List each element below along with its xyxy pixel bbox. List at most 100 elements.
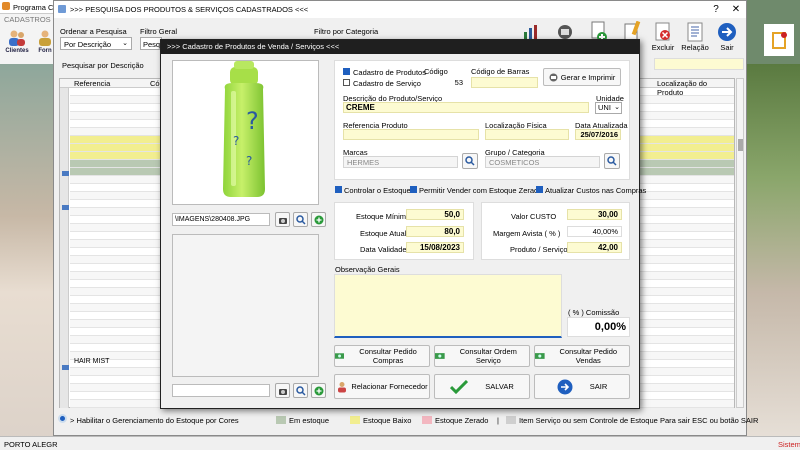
- grupo-field[interactable]: COSMETICOS: [485, 156, 600, 168]
- localizacao-field[interactable]: [485, 129, 569, 140]
- secondary-image-path[interactable]: [172, 384, 270, 397]
- sair-toolbar-label: Sair: [720, 43, 734, 52]
- product-bottle-image: ? ? ?: [223, 61, 265, 197]
- order-select-value: Por Descrição: [64, 40, 112, 49]
- atualizar-custos-label: Atualizar Custos nas Compras: [545, 186, 647, 195]
- observacao-textarea[interactable]: [334, 274, 562, 338]
- filter-label: Filtro Geral: [140, 27, 178, 36]
- background-photo-right: [747, 64, 800, 444]
- image-add-button[interactable]: [311, 212, 326, 227]
- consultar-pedido-compras-button[interactable]: Consultar Pedido Compras: [334, 345, 430, 367]
- background-statusbar: PORTO ALEGR Sistem: [0, 436, 800, 450]
- relacionar-fornecedor-button[interactable]: Relacionar Fornecedor: [334, 374, 430, 399]
- habilitar-radio[interactable]: [58, 414, 67, 423]
- image-search-button[interactable]: [293, 212, 308, 227]
- service-marker-icon: [62, 205, 69, 210]
- grid-scrollbar[interactable]: [736, 78, 744, 408]
- unidade-select[interactable]: UNI ⌄: [595, 102, 622, 114]
- atualizar-custos-checkbox[interactable]: [536, 186, 543, 193]
- comissao-label: ( % ) Comissão: [568, 308, 620, 317]
- camera-button[interactable]: [275, 212, 290, 227]
- window-app-icon: [58, 5, 66, 13]
- habilitar-label: > Habilitar o Gerenciamento do Estoque p…: [70, 416, 239, 425]
- image-search-button-2[interactable]: [293, 383, 308, 398]
- help-button[interactable]: ?: [708, 1, 724, 18]
- comissao-field[interactable]: 0,00%: [567, 317, 630, 337]
- cadastro-servico-label: Cadastro de Serviço: [353, 79, 421, 88]
- consultar-ordem-servico-button[interactable]: Consultar Ordem Serviço: [434, 345, 530, 367]
- cadastro-produtos-checkbox[interactable]: [343, 68, 350, 75]
- excluir-button[interactable]: Excluir: [648, 21, 678, 63]
- estoque-atual-label: Estoque Atual: [360, 229, 407, 238]
- descricao-field[interactable]: CREME: [343, 102, 589, 113]
- background-menubar: CADASTROS: [0, 14, 57, 24]
- column-referencia[interactable]: Referencia: [74, 79, 110, 88]
- salvar-button[interactable]: SALVAR: [434, 374, 530, 399]
- search-icon: [607, 156, 617, 166]
- data-validade-label: Data Validade: [360, 245, 407, 254]
- estoque-minimo-field[interactable]: 50,0: [406, 209, 464, 220]
- controlar-estoque-checkbox[interactable]: [335, 186, 342, 193]
- filter-select[interactable]: Pesq: [140, 37, 162, 50]
- estoque-minimo-label: Estoque Mínimo: [356, 212, 411, 221]
- sair-hint: Para sair ESC ou botão SAIR: [660, 416, 759, 425]
- delete-icon: [655, 22, 670, 41]
- produto-servico-label: Produto / Serviço: [510, 245, 568, 254]
- permitir-vender-label: Permitir Vender com Estoque Zerado: [419, 186, 543, 195]
- image-add-button-2[interactable]: [311, 383, 326, 398]
- barcode-label: Código de Barras: [471, 67, 530, 76]
- marcas-search-button[interactable]: [462, 153, 478, 169]
- filter-select-value: Pesq: [143, 40, 161, 49]
- legend-estoque-baixo: Estoque Baixo: [363, 416, 412, 425]
- close-button[interactable]: ✕: [728, 1, 744, 18]
- data-validade-field[interactable]: 15/08/2023: [406, 242, 464, 253]
- gerar-imprimir-button[interactable]: Gerar e Imprimir: [543, 68, 621, 86]
- search-window-title: >>> PESQUISA DOS PRODUTOS & SERVIÇOS CAD…: [70, 5, 309, 14]
- referencia-field[interactable]: [343, 129, 479, 140]
- secondary-image: [172, 234, 319, 377]
- valor-custo-field[interactable]: 30,00: [567, 209, 622, 220]
- codigo-field[interactable]: 53: [424, 77, 465, 89]
- grid-row-indicator: [60, 88, 69, 408]
- menu-cadastros[interactable]: CADASTROS: [4, 15, 51, 24]
- permitir-vender-checkbox[interactable]: [410, 186, 417, 193]
- sair-toolbar-button[interactable]: Sair: [712, 21, 742, 63]
- camera-button-2[interactable]: [275, 383, 290, 398]
- app-logo-icon: [2, 2, 10, 10]
- marcas-field[interactable]: HERMES: [343, 156, 458, 168]
- margem-field[interactable]: 40,00%: [567, 226, 622, 237]
- image-path-field[interactable]: \IMAGENS\280408.JPG: [172, 213, 270, 226]
- sair-button[interactable]: SAIR: [534, 374, 630, 399]
- service-marker-icon: [62, 365, 69, 370]
- estoque-atual-field[interactable]: 80,0: [406, 226, 464, 237]
- legend-swatch-estoque-zerado: [422, 416, 432, 424]
- codigo-label: Código: [424, 67, 448, 76]
- person-icon: [39, 30, 51, 46]
- product-form-dialog: >>> Cadastro de Produtos de Venda / Serv…: [160, 39, 646, 409]
- consultar-pedido-vendas-button[interactable]: Consultar Pedido Vendas: [534, 345, 630, 367]
- barcode-field[interactable]: [471, 77, 538, 88]
- consultar-pedido-vendas-label: Consultar Pedido Vendas: [559, 347, 618, 365]
- service-marker-icon: [62, 171, 69, 176]
- relacao-label: Relação: [681, 43, 709, 52]
- legend-swatch-estoque-baixo: [350, 416, 360, 424]
- gerar-imprimir-label: Gerar e Imprimir: [560, 72, 616, 82]
- observacao-label: Observação Gerais: [335, 265, 400, 274]
- relacao-button[interactable]: Relação: [680, 21, 710, 63]
- produto-servico-field[interactable]: 42,00: [567, 242, 622, 253]
- order-select[interactable]: Por Descrição ⌄: [60, 37, 132, 50]
- order-label: Ordenar a Pesquisa: [60, 27, 127, 36]
- salvar-label: SALVAR: [485, 382, 514, 391]
- data-atualizada-field[interactable]: 25/07/2016: [575, 129, 621, 140]
- barcode-icon: [549, 73, 558, 81]
- grupo-search-button[interactable]: [604, 153, 620, 169]
- scrollbar-thumb[interactable]: [738, 139, 743, 151]
- legend-swatch-sem-controle: [506, 416, 516, 424]
- cadastro-servico-checkbox[interactable]: [343, 79, 350, 86]
- grid-row-hair-mist[interactable]: HAIR MIST: [74, 357, 109, 366]
- clientes-button[interactable]: Clientes: [4, 28, 30, 62]
- svg-text:?: ?: [246, 154, 252, 168]
- add-circle-icon: [314, 215, 323, 224]
- exit-arrow-icon: [557, 379, 573, 394]
- money-icon: [435, 353, 445, 359]
